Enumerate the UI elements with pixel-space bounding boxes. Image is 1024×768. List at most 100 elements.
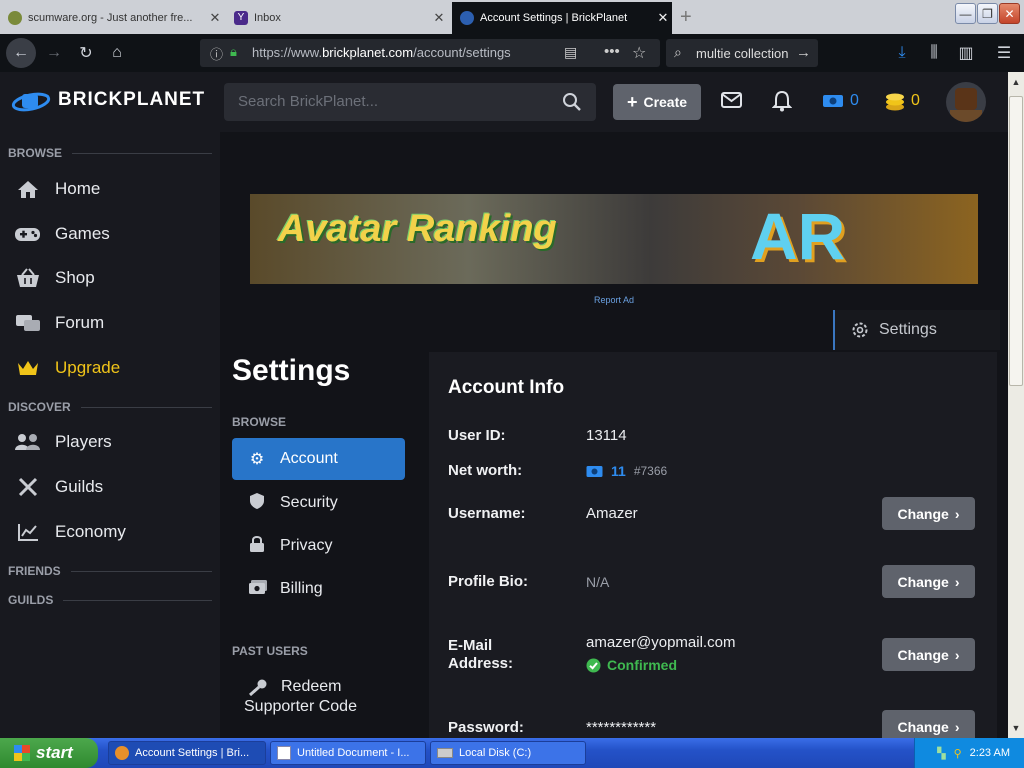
sidebar-item-label: Players [55, 432, 112, 451]
sidebar-item-games[interactable]: Games [14, 214, 110, 254]
downloads-icon[interactable]: ⤓ [888, 39, 916, 67]
change-bio-button[interactable]: Change › [882, 565, 975, 598]
lock-icon: 🔒︎ [230, 44, 237, 59]
sidebar-item-upgrade[interactable]: Upgrade [14, 348, 120, 388]
redeem-label-line2: Supporter Code [244, 698, 357, 715]
settings-item-label: Privacy [280, 537, 333, 554]
user-id-value: 13114 [586, 427, 627, 444]
new-tab-icon[interactable]: + [680, 6, 692, 29]
reader-view-icon[interactable]: ▤ [564, 44, 577, 61]
restore-icon[interactable]: ❐ [977, 3, 998, 24]
settings-item-label: Account [280, 450, 338, 467]
main-content: Avatar Ranking AR Report Ad Settings Set… [220, 132, 1008, 752]
site-logo[interactable]: BRICKPLANET [58, 89, 205, 111]
tab-account-settings[interactable]: Account Settings | BrickPlanet ✕ [452, 2, 672, 34]
url-domain: brickplanet.com [322, 45, 414, 60]
bookmark-star-icon[interactable]: ☆ [632, 43, 646, 63]
info-icon[interactable]: ⓘ [210, 44, 223, 63]
menu-icon[interactable]: ☰ [990, 39, 1018, 67]
browser-search-box[interactable]: ⌕ multie collection → [666, 39, 818, 67]
go-arrow-icon[interactable]: → [796, 44, 811, 61]
create-button[interactable]: + Create [613, 84, 701, 120]
planet-logo-icon[interactable] [10, 88, 52, 116]
forward-icon[interactable]: → [40, 39, 68, 67]
editor-task-icon [277, 746, 291, 760]
sidebar-item-shop[interactable]: Shop [14, 258, 95, 298]
back-icon[interactable]: ← [6, 38, 36, 68]
home-icon [14, 178, 41, 200]
guilds-section-header[interactable]: GUILDS [8, 593, 212, 607]
gamepad-icon [14, 223, 41, 245]
scroll-up-icon[interactable]: ▲ [1008, 74, 1024, 90]
crown-icon [14, 357, 41, 379]
close-tab-icon[interactable]: ✕ [206, 10, 224, 26]
browser-task-icon [115, 746, 129, 760]
ad-banner[interactable]: Avatar Ranking AR [250, 194, 978, 284]
email-status: Confirmed [586, 657, 677, 673]
system-tray: ▚ ⚲ 2:23 AM [914, 738, 1024, 768]
sidebar-toggle-icon[interactable]: ▥ [952, 39, 980, 67]
sidebar-item-guilds[interactable]: Guilds [14, 467, 103, 507]
close-tab-icon[interactable]: ✕ [430, 10, 448, 26]
task-local-disk[interactable]: Local Disk (C:) [430, 741, 586, 765]
left-sidebar: BROWSE Home Games Shop Forum Upgrade DIS… [0, 132, 220, 738]
redeem-supporter-code-link[interactable]: Redeem Supporter Code [244, 676, 418, 720]
reload-icon[interactable]: ↻ [72, 39, 100, 67]
minimize-icon[interactable]: — [955, 3, 976, 24]
comments-icon [14, 312, 41, 334]
network-icon[interactable]: ▚ [937, 747, 945, 760]
scrollbar-thumb[interactable] [1009, 96, 1023, 386]
search-icon: ⌕ [674, 44, 682, 60]
site-search-input[interactable]: Search BrickPlanet... [224, 83, 596, 121]
sidebar-item-home[interactable]: Home [14, 169, 100, 209]
change-email-button[interactable]: Change › [882, 638, 975, 671]
report-ad-link[interactable]: Report Ad [594, 295, 634, 305]
chevron-right-icon: › [954, 718, 960, 735]
tab-inbox[interactable]: Y Inbox ✕ [226, 2, 448, 34]
account-info-panel: Account Info User ID: 13114 Net worth: 1… [429, 352, 997, 752]
bits-balance[interactable]: 0 [911, 92, 920, 110]
settings-tab[interactable]: Settings [833, 310, 1000, 350]
task-untitled-document[interactable]: Untitled Document - I... [270, 741, 426, 765]
settings-item-billing[interactable]: Billing [232, 568, 405, 610]
sidebar-item-label: Forum [55, 313, 105, 332]
settings-item-account[interactable]: ⚙ Account [232, 438, 405, 480]
page-actions-icon[interactable]: ••• [604, 43, 620, 60]
discover-section-header: DISCOVER [8, 400, 212, 414]
window-close-icon[interactable]: ✕ [999, 3, 1020, 24]
library-icon[interactable]: ⫼ [920, 39, 948, 67]
browser-tab-bar: scumware.org - Just another fre... ✕ Y I… [0, 0, 1024, 34]
past-users-label: PAST USERS [232, 644, 308, 658]
friends-section-header[interactable]: FRIENDS [8, 564, 212, 578]
home-icon[interactable]: ⌂ [103, 39, 131, 67]
bits-coins-icon [886, 93, 904, 111]
start-button[interactable]: start [0, 738, 98, 768]
sidebar-item-forum[interactable]: Forum [14, 303, 104, 343]
sidebar-item-label: Shop [55, 268, 95, 287]
sidebar-item-players[interactable]: Players [14, 422, 112, 462]
tab-scumware[interactable]: scumware.org - Just another fre... ✕ [0, 2, 224, 34]
task-account-settings[interactable]: Account Settings | Bri... [108, 741, 266, 765]
notifications-bell-icon[interactable] [772, 90, 792, 112]
clock[interactable]: 2:23 AM [970, 747, 1010, 759]
credits-balance[interactable]: 0 [850, 92, 859, 110]
settings-item-privacy[interactable]: Privacy [232, 525, 405, 567]
username-label: Username: [448, 505, 526, 522]
search-icon[interactable] [562, 92, 582, 112]
close-tab-icon[interactable]: ✕ [654, 10, 672, 26]
avatar[interactable] [946, 82, 986, 122]
url-bar[interactable]: ⓘ 🔒︎ https://www.brickplanet.com/account… [200, 39, 660, 67]
browser-toolbar: ← → ↻ ⌂ ⓘ 🔒︎ https://www.brickplanet.com… [0, 34, 1024, 72]
messages-icon[interactable] [721, 92, 742, 108]
scroll-down-icon[interactable]: ▼ [1008, 720, 1024, 736]
settings-item-security[interactable]: Security [232, 482, 405, 524]
sidebar-item-economy[interactable]: Economy [14, 512, 126, 552]
password-value: ************ [586, 719, 657, 736]
email-status-label: Confirmed [607, 657, 677, 673]
search-tray-icon[interactable]: ⚲ [954, 747, 962, 760]
email-value: amazer@yopmail.com [586, 634, 736, 651]
credits-icon [586, 465, 603, 477]
url-path: /account/settings [413, 45, 511, 60]
yahoo-favicon-icon: Y [234, 11, 248, 25]
change-username-button[interactable]: Change › [882, 497, 975, 530]
